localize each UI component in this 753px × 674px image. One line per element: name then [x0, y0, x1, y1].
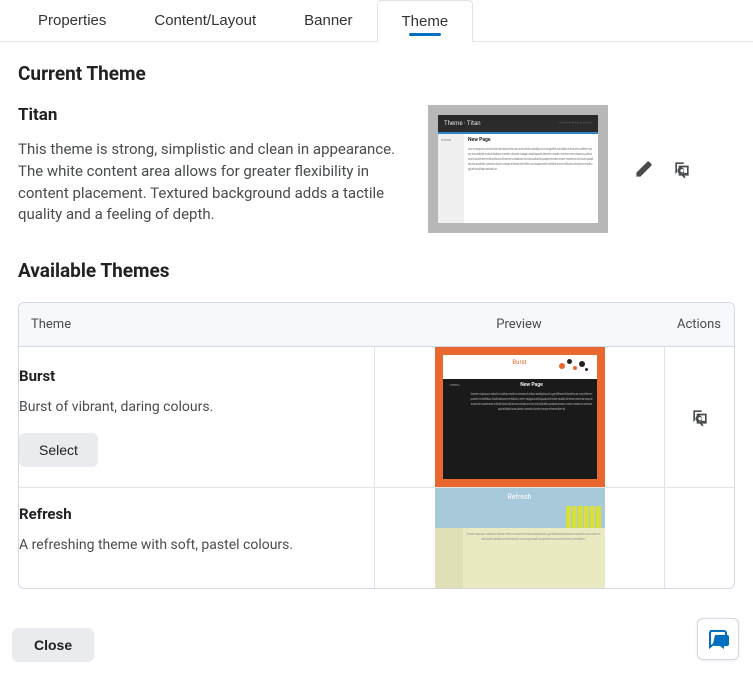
footer-bar: Close	[0, 616, 753, 674]
inspect-icon[interactable]	[690, 407, 710, 427]
current-theme-actions	[634, 159, 692, 179]
tab-content-layout[interactable]: Content/Layout	[130, 0, 280, 41]
select-button[interactable]: Select	[19, 433, 98, 467]
chat-button[interactable]	[697, 618, 739, 660]
theme-preview-titan: Theme · Titan····················· menu …	[428, 105, 608, 233]
theme-desc-burst: Burst of vibrant, daring colours.	[19, 399, 374, 415]
theme-desc-refresh: A refreshing theme with soft, pastel col…	[19, 537, 374, 553]
chat-icon	[706, 627, 730, 651]
current-theme-description: This theme is strong, simplistic and cle…	[18, 139, 398, 226]
theme-name-refresh: Refresh	[19, 505, 374, 523]
current-theme-preview-wrap: Theme · Titan····················· menu …	[428, 105, 735, 233]
col-preview: Preview	[374, 303, 664, 347]
edit-icon[interactable]	[634, 159, 654, 179]
current-theme-heading: Current Theme	[18, 62, 735, 85]
themes-table: Theme Preview Actions Burst Burst of vib…	[18, 302, 735, 589]
tab-properties[interactable]: Properties	[14, 0, 130, 41]
current-theme-name: Titan	[18, 105, 398, 125]
close-button[interactable]: Close	[12, 628, 94, 662]
inspect-icon[interactable]	[672, 159, 692, 179]
tab-banner[interactable]: Banner	[280, 0, 376, 41]
available-themes-heading: Available Themes	[18, 259, 735, 282]
tab-theme[interactable]: Theme	[377, 0, 474, 42]
tabs-bar: Properties Content/Layout Banner Theme	[0, 0, 753, 42]
current-theme-text: Titan This theme is strong, simplistic a…	[18, 105, 398, 233]
col-theme: Theme	[19, 303, 374, 347]
current-theme-row: Titan This theme is strong, simplistic a…	[18, 105, 735, 233]
theme-name-burst: Burst	[19, 367, 374, 385]
table-row: Burst Burst of vibrant, daring colours. …	[19, 347, 734, 487]
theme-preview-burst: Burst menu	[435, 347, 605, 487]
theme-preview-refresh: Refresh loremipsumdolorsitametconsectetu…	[435, 488, 605, 588]
col-actions: Actions	[664, 303, 734, 347]
table-row: Refresh A refreshing theme with soft, pa…	[19, 487, 734, 588]
theme-panel: Current Theme Titan This theme is strong…	[0, 42, 753, 589]
